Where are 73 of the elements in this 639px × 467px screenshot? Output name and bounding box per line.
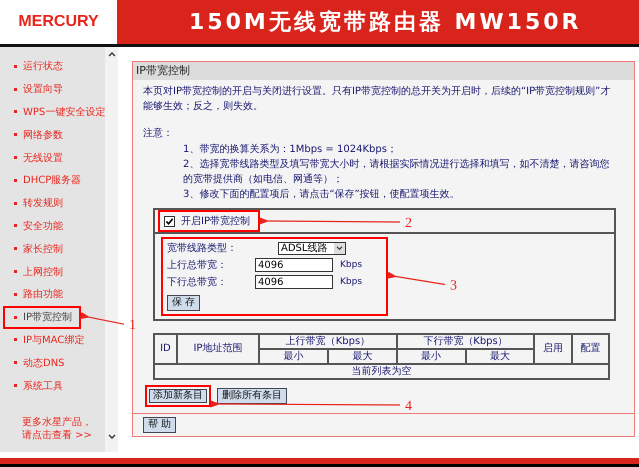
bullet-icon [14,224,17,228]
add-entry-button[interactable]: 添加新条目 [145,385,211,407]
save-button[interactable]: 保 存 [167,295,200,311]
bullet-icon [14,202,17,205]
annotation-number: 2 [405,216,412,231]
logo: MERCURY [18,13,99,31]
sidebar-item[interactable]: IP带宽控制 [3,306,81,329]
sidebar-item[interactable]: 安全功能 [3,214,81,238]
sidebar-item[interactable]: 上网控制 [3,260,81,283]
delete-all-button[interactable]: 删除所有条目 [217,388,287,404]
column-header: 启用 [534,334,572,364]
bullet-icon [14,270,17,274]
unit-label: Kbps [340,277,362,287]
bullet-icon [14,64,17,68]
note-text: 2、选择宽带线路类型及填写带宽大小时，请根据实际情况进行选择和填写，如不清楚，请咨询您的宽带提供商（如电信、网通等）； [183,158,610,187]
sidebar-item[interactable]: WPS一键安全设定 [3,100,105,124]
bandwidth-input[interactable]: 4096 [255,258,333,272]
note-text: 3、修改下面的配置项后，请点击“保存”按钮，使配置项生效。 [183,188,461,202]
enable-checkbox[interactable]: 开启IP带宽控制 [158,210,260,232]
bullet-icon [14,361,17,364]
note-heading: 注意： [143,126,174,141]
sidebar-item[interactable]: DHCP服务器 [3,168,86,192]
column-header: 配置 [572,334,609,364]
column-header: 最大 [466,349,534,364]
bullet-icon [14,110,17,114]
annotation-number: 4 [405,399,412,414]
scroll-down-icon[interactable] [108,434,116,440]
panel-title: IP带宽控制 [133,62,634,80]
annotation-number: 3 [450,278,457,294]
sidebar-item[interactable]: 运行状态 [3,55,81,78]
bullet-icon [14,384,17,388]
bullet-icon [14,88,17,91]
field-label: 上行总带宽： [167,258,228,272]
empty-list-message: 当前列表为空 [154,364,609,379]
checkbox[interactable] [164,216,175,226]
bullet-icon [14,133,17,136]
router-title: 150M无线宽带路由器 MW150R [189,8,582,37]
scroll-up-icon[interactable] [108,51,116,57]
bullet-icon [14,292,17,296]
column-header: 最小 [396,349,466,364]
sidebar-item[interactable]: 转发规则 [3,192,81,215]
column-header: 最小 [259,349,328,364]
bullet-icon [14,247,17,250]
field-label: 宽带线路类型： [167,242,238,255]
bullet-icon [14,338,17,342]
column-header: 最大 [328,349,397,364]
bandwidth-input[interactable]: 4096 [255,275,333,289]
field-label: 下行总带宽： [167,276,228,289]
bullet-icon [14,178,17,182]
scrollbar[interactable] [105,47,118,452]
bullet-icon [14,316,17,319]
column-header: ID [154,334,177,364]
sidebar-item[interactable]: 路由功能 [3,282,81,306]
sidebar-item[interactable]: 网络参数 [3,123,81,146]
column-header: IP地址范围 [176,334,260,364]
more-products-link[interactable]: 更多水星产品， [22,416,105,429]
sidebar-item[interactable]: 动态DNS [3,351,81,374]
help-button[interactable]: 帮 助 [143,417,176,433]
annotation-arrow [387,272,446,286]
sidebar-item[interactable]: 设置向导 [3,78,81,101]
column-header: 上行带宽（Kbps） [259,334,397,349]
annotation-arrow [80,312,124,325]
note-text: 1、带宽的换算关系为：1Mbps = 1024Kbps； [183,142,398,157]
sidebar-item[interactable]: 家长控制 [3,237,81,260]
more-products-link[interactable]: 请点击查看 >> [22,429,105,442]
sidebar-item[interactable]: 系统工具 [3,374,81,397]
unit-label: Kbps [340,260,362,270]
line-type-dropdown[interactable]: ADSL线路 [278,242,346,254]
intro-text: 本页对IP带宽控制的开启与关闭进行设置。只有IP带宽控制的总开关为开启时，后续的“IP带宽控制规则”才能够生效；反之，则失效。 [143,84,612,114]
bullet-icon [14,156,17,160]
column-header: 下行带宽（Kbps） [396,334,534,349]
sidebar-item[interactable]: 无线设置 [3,146,81,169]
sidebar-item[interactable]: IP与MAC绑定 [3,328,90,352]
